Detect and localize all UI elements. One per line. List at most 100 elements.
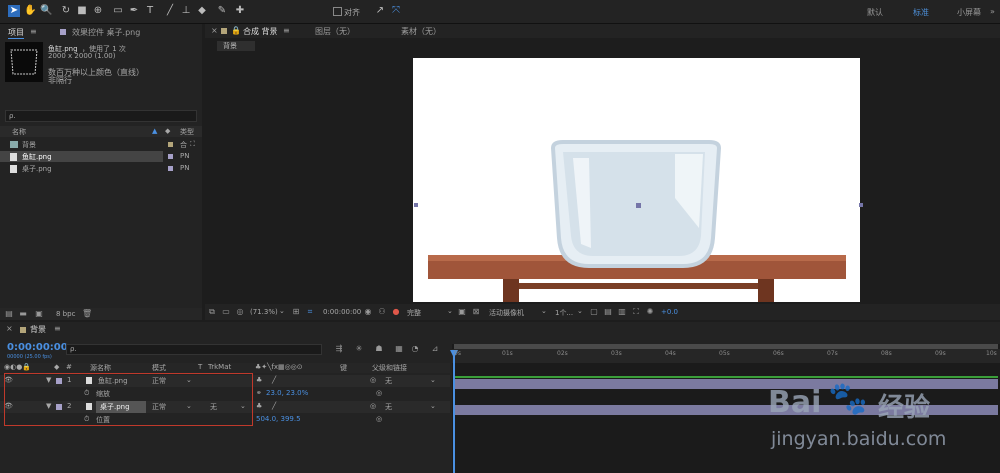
safe-zones-icon[interactable]: ⊞ <box>291 307 301 317</box>
trash-icon[interactable]: 🗑 <box>82 309 92 319</box>
anchor-point-handle[interactable] <box>636 203 641 208</box>
col-mode[interactable]: 模式 <box>152 363 166 373</box>
zoom-level[interactable]: (71.3%) <box>250 308 278 316</box>
pickwhip-icon[interactable]: ◎ <box>370 402 376 410</box>
grid-icon[interactable]: ⌗ <box>305 307 315 317</box>
col-name[interactable]: 名称 <box>12 127 26 137</box>
mask-visibility-icon[interactable]: ◎ <box>235 307 245 317</box>
tab-footage[interactable]: 素材（无） <box>401 26 441 37</box>
region-of-interest-icon[interactable]: ▣ <box>457 307 467 317</box>
timeline-search-input[interactable]: ρ. <box>66 344 322 355</box>
chevron-down-icon[interactable]: ⌄ <box>447 307 453 315</box>
monitor-icon[interactable]: ▭ <box>221 307 231 317</box>
close-icon[interactable]: × <box>6 324 13 333</box>
constrain-link-icon[interactable]: ⚭ <box>256 389 262 397</box>
property-value[interactable]: 504.0, 399.5 <box>256 415 301 423</box>
col-source-name[interactable]: 源名称 <box>90 363 111 373</box>
panel-menu-icon[interactable]: ≡ <box>54 324 61 333</box>
camera-tool-icon[interactable]: ■ <box>76 5 88 17</box>
quality-icon[interactable]: ╱ <box>272 376 276 384</box>
collapse-icon[interactable]: ♣ <box>256 402 262 410</box>
double-chevron-icon[interactable]: » <box>990 7 995 16</box>
close-icon[interactable]: × <box>211 26 218 35</box>
roto-brush-tool-icon[interactable]: ✎ <box>216 5 228 17</box>
motion-blur-icon[interactable]: ◔ <box>410 344 420 354</box>
flowchart-icon[interactable]: ⛶ <box>631 307 641 317</box>
pen-tool-icon[interactable]: ✒ <box>128 5 140 17</box>
brush-tool-icon[interactable]: ╱ <box>164 5 176 17</box>
tab-layer[interactable]: 图层（无） <box>315 26 355 37</box>
chevron-down-icon[interactable]: ⌄ <box>430 376 436 384</box>
clone-stamp-tool-icon[interactable]: ⊥ <box>180 5 192 17</box>
hand-tool-icon[interactable]: ✋ <box>24 5 36 17</box>
pixel-aspect-icon[interactable]: ▢ <box>589 307 599 317</box>
rectangle-tool-icon[interactable]: ▭ <box>112 5 124 17</box>
selection-tool-icon[interactable]: ➤ <box>8 5 20 17</box>
pan-behind-tool-icon[interactable]: ⊕ <box>92 5 104 17</box>
label-tag-icon[interactable]: ◆ <box>165 127 170 135</box>
panel-menu-icon[interactable]: ≡ <box>30 27 37 36</box>
lock-icon[interactable]: 🔒 <box>231 26 241 35</box>
fast-preview-icon[interactable]: ▤ <box>603 307 613 317</box>
list-item[interactable]: 桌子.png PN <box>0 163 202 174</box>
col-trkmat[interactable]: TrkMat <box>208 363 231 371</box>
resolution-select[interactable]: 完整 <box>407 308 421 318</box>
pickwhip-icon[interactable]: ◎ <box>376 415 382 423</box>
show-snapshot-icon[interactable]: ⚇ <box>377 307 387 317</box>
puppet-pin-tool-icon[interactable]: ✚ <box>234 5 246 17</box>
current-time[interactable]: 0:00:00:00 <box>323 308 361 316</box>
composition-canvas[interactable] <box>413 58 860 302</box>
expand-icon[interactable]: ⤧ <box>390 5 402 17</box>
layer-parent[interactable]: 无 <box>385 402 392 412</box>
draft-3d-icon[interactable]: ✳ <box>354 344 364 354</box>
sort-up-icon[interactable]: ▲ <box>152 127 157 135</box>
new-folder-icon[interactable]: ▬ <box>18 309 28 319</box>
camera-view-select[interactable]: 活动摄像机 <box>489 308 524 318</box>
transparency-grid-icon[interactable]: ⊠ <box>471 307 481 317</box>
chevron-down-icon[interactable]: ⌄ <box>577 307 583 315</box>
pickwhip-icon[interactable]: ◎ <box>376 389 382 397</box>
chevron-down-icon[interactable]: ⌄ <box>541 307 547 315</box>
new-composition-icon[interactable]: ▣ <box>34 309 44 319</box>
col-parent[interactable]: 父级和链接 <box>372 363 407 373</box>
views-layout-select[interactable]: 1个... <box>555 308 573 318</box>
tab-timeline[interactable]: 背景 <box>30 324 46 335</box>
tab-effect-controls[interactable]: 效果控件 桌子.png <box>72 27 140 38</box>
tab-composition[interactable]: 合成 背景 <box>243 26 278 37</box>
snap-checkbox[interactable] <box>333 7 342 16</box>
timeline-icon[interactable]: ▥ <box>617 307 627 317</box>
tab-project[interactable]: 项目 <box>8 27 24 39</box>
frame-blending-icon[interactable]: ▦ <box>394 344 404 354</box>
breadcrumb[interactable]: 背景 <box>217 41 255 51</box>
list-item[interactable]: 鱼缸.png <box>0 151 163 162</box>
bounding-handle-left[interactable] <box>414 203 418 207</box>
bounding-handle-right[interactable] <box>859 203 863 207</box>
pickwhip-icon[interactable]: ◎ <box>370 376 376 384</box>
rotate-tool-icon[interactable]: ↻ <box>60 5 72 17</box>
col-type[interactable]: 类型 <box>180 127 194 137</box>
property-value[interactable]: 23.0, 23.0% <box>266 389 308 397</box>
shy-layers-icon[interactable]: ☗ <box>374 344 384 354</box>
workspace-default[interactable]: 默认 <box>867 7 883 18</box>
quality-icon[interactable]: ╱ <box>272 402 276 410</box>
col-key[interactable]: 键 <box>340 363 347 373</box>
interpret-footage-icon[interactable]: ▤ <box>4 309 14 319</box>
zoom-tool-icon[interactable]: 🔍 <box>40 5 52 17</box>
snapshot-icon[interactable]: ◉ <box>363 307 373 317</box>
exposure-value[interactable]: +0.0 <box>661 308 678 316</box>
collapse-icon[interactable]: ♣ <box>256 376 262 384</box>
comp-mini-flowchart-icon[interactable]: ⇶ <box>334 344 344 354</box>
chevron-down-icon[interactable]: ⌄ <box>430 402 436 410</box>
always-preview-icon[interactable]: ⧉ <box>207 307 217 317</box>
col-t[interactable]: T <box>198 363 202 371</box>
exposure-icon[interactable]: ✺ <box>645 307 655 317</box>
project-search-input[interactable]: ρ. <box>5 110 197 122</box>
panel-menu-icon[interactable]: ≡ <box>283 26 290 35</box>
list-item[interactable]: 背景 合 ⛶ <box>0 139 202 150</box>
workspace-standard[interactable]: 标准 <box>913 7 929 18</box>
chevron-down-icon[interactable]: ⌄ <box>279 307 285 315</box>
snap-icon[interactable]: ↗ <box>374 5 386 17</box>
layer-parent[interactable]: 无 <box>385 376 392 386</box>
playhead[interactable] <box>453 350 455 473</box>
type-tool-icon[interactable]: T <box>144 5 156 17</box>
